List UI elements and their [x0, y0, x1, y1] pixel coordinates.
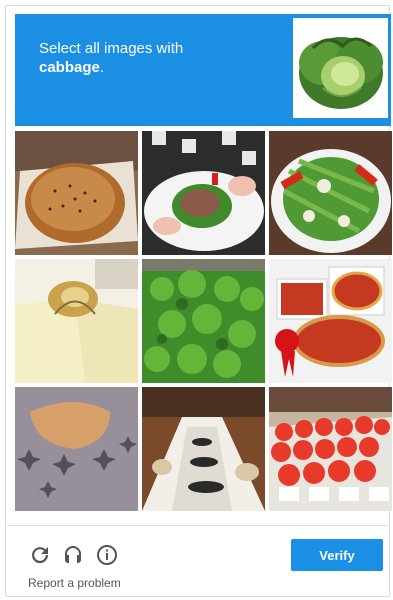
tile-pizza-photos[interactable] [269, 259, 392, 383]
tile-red-flowers[interactable] [269, 387, 392, 511]
image-grid [15, 131, 392, 515]
sample-cabbage-image [293, 18, 388, 118]
tile-banquet[interactable] [142, 387, 265, 511]
prompt-target: cabbage [39, 59, 100, 76]
verify-button[interactable]: Verify [291, 539, 383, 571]
tile-asparagus-salad[interactable] [269, 131, 392, 255]
prompt-end: . [99, 59, 105, 76]
tile-meat-salad[interactable] [142, 131, 265, 255]
report-problem-link[interactable]: Report a problem [28, 576, 121, 590]
headphones-icon[interactable] [61, 543, 85, 567]
info-icon[interactable] [95, 543, 119, 567]
tile-cookie[interactable] [15, 387, 138, 511]
tile-green-leaves[interactable] [142, 259, 265, 383]
footer-divider [5, 525, 388, 526]
tile-tofu[interactable] [15, 259, 138, 383]
reload-icon[interactable] [28, 543, 52, 567]
tile-bread[interactable] [15, 131, 138, 255]
challenge-prompt: Select all images with cabbage. [39, 39, 219, 77]
challenge-header: Select all images with cabbage. [15, 14, 391, 126]
prompt-line: Select all images with [39, 40, 184, 57]
